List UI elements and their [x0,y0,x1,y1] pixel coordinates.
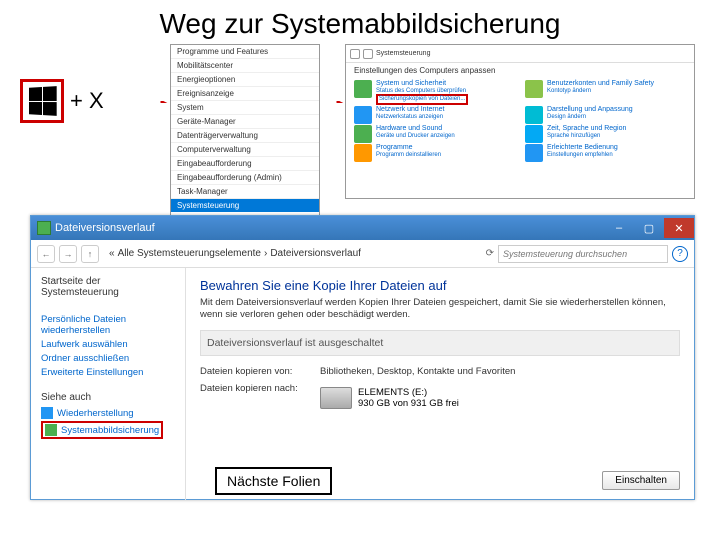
status-text: Dateiversionsverlauf ist ausgeschaltet [207,337,673,349]
plus-x-label: + X [70,88,104,114]
breadcrumb[interactable]: « Alle Systemsteuerungselemente › Dateiv… [103,248,482,259]
page-title: Weg zur Systemabbildsicherung [0,0,720,44]
search-input[interactable] [498,245,668,263]
top-row: + X Programme und Features Mobilitätscen… [0,44,720,209]
appearance-icon [525,106,543,124]
sidebar-header: Startseite der Systemsteuerung [41,276,175,298]
sidebar: Startseite der Systemsteuerung Persönlic… [31,268,186,500]
sidebar-link-restore[interactable]: Persönliche Dateien wiederherstellen [41,314,175,336]
help-icon[interactable]: ? [672,246,688,262]
accessibility-icon [525,144,543,162]
win-x-shortcut: + X [20,79,104,123]
menu-item[interactable]: Energieoptionen [171,73,319,87]
sidebar-also-header: Siehe auch [41,392,175,403]
recovery-icon [41,407,53,419]
close-button[interactable]: ✕ [664,218,694,238]
cp-item[interactable]: Benutzerkonten und Family SafetyKontotyp… [525,80,686,105]
menu-item[interactable]: Ereignisanzeige [171,87,319,101]
window-title: Dateiversionsverlauf [55,222,155,234]
cp-item[interactable]: Hardware und SoundGeräte und Drucker anz… [354,125,515,143]
windows-key [20,79,64,123]
programs-icon [354,144,372,162]
menu-item[interactable]: Eingabeaufforderung (Admin) [171,171,319,185]
drive-target: ELEMENTS (E:) 930 GB von 931 GB frei [320,387,459,410]
next-slides-label: Nächste Folien [215,467,332,495]
windows-logo-icon [29,86,57,116]
user-icon [525,80,543,98]
menu-item[interactable]: Geräte-Manager [171,115,319,129]
cp-item-system-security[interactable]: System und SicherheitStatus des Computer… [354,80,515,105]
menu-item[interactable]: Computerverwaltung [171,143,319,157]
nav-back-button[interactable]: ← [37,245,55,263]
hardware-icon [354,125,372,143]
nav-up-button[interactable]: ↑ [81,245,99,263]
breadcrumb-item[interactable]: Dateiversionsverlauf [270,248,361,259]
sidebar-link-exclude[interactable]: Ordner ausschließen [41,353,175,364]
minimize-button[interactable]: – [604,218,634,238]
enable-button[interactable]: Einschalten [602,471,680,490]
sidebar-item-system-image[interactable]: Systemabbildsicherung [41,421,163,439]
menu-item[interactable]: Task-Manager [171,185,319,199]
cp-item[interactable]: ProgrammeProgramm deinstallieren [354,144,515,162]
content-description: Mit dem Dateiversionsverlauf werden Kopi… [200,297,680,322]
cp-nav-bar: Systemsteuerung [346,45,694,63]
nav-fwd-icon[interactable] [363,49,373,59]
sidebar-item-recovery[interactable]: Wiederherstellung [41,407,175,419]
content-title: Bewahren Sie eine Kopie Ihrer Dateien au… [200,278,680,293]
cp-item[interactable]: Darstellung und AnpassungDesign ändern [525,106,686,124]
breadcrumb-sep: « [109,248,115,259]
chevron-right-icon: › [264,248,267,259]
clock-icon [525,125,543,143]
control-panel-thumb: Systemsteuerung Einstellungen des Comput… [345,44,695,199]
sidebar-link-advanced[interactable]: Erweiterte Einstellungen [41,367,175,378]
file-history-window: Dateiversionsverlauf – ▢ ✕ ← → ↑ « Alle … [30,215,695,500]
network-icon [354,106,372,124]
main-content: Bewahren Sie eine Kopie Ihrer Dateien au… [186,268,694,500]
hdd-icon [320,387,352,409]
nav-toolbar: ← → ↑ « Alle Systemsteuerungselemente › … [31,240,694,268]
menu-item[interactable]: System [171,101,319,115]
cp-item[interactable]: Zeit, Sprache und RegionSprache hinzufüg… [525,125,686,143]
copy-from-value: Bibliotheken, Desktop, Kontakte und Favo… [320,366,515,377]
nav-back-icon[interactable] [350,49,360,59]
copy-from-label: Dateien kopieren von: [200,366,320,377]
cp-backup-highlight: Sicherungskopien von Dateien... [376,94,468,105]
menu-item[interactable]: Eingabeaufforderung [171,157,319,171]
cp-item[interactable]: Netzwerk und InternetNetzwerkstatus anze… [354,106,515,124]
menu-item[interactable]: Datenträgerverwaltung [171,129,319,143]
app-icon [37,221,51,235]
drive-name: ELEMENTS (E:) [358,387,459,398]
arrow-1 [130,101,170,103]
window-titlebar: Dateiversionsverlauf – ▢ ✕ [31,216,694,240]
cp-nav-path: Systemsteuerung [376,50,430,57]
menu-item-systemsteuerung[interactable]: Systemsteuerung [171,199,319,212]
breadcrumb-item[interactable]: Alle Systemsteuerungselemente [118,248,261,259]
refresh-icon[interactable]: ⟳ [486,248,494,259]
status-box: Dateiversionsverlauf ist ausgeschaltet [200,330,680,356]
nav-forward-button[interactable]: → [59,245,77,263]
flag-icon [45,424,57,436]
cp-header: Einstellungen des Computers anpassen [346,63,694,78]
copy-to-label: Dateien kopieren nach: [200,383,320,410]
arrow-2 [322,101,346,103]
sidebar-link-drive[interactable]: Laufwerk auswählen [41,339,175,350]
menu-item[interactable]: Programme und Features [171,45,319,59]
cp-item[interactable]: Erleichterte BedienungEinstellungen empf… [525,144,686,162]
shield-icon [354,80,372,98]
maximize-button[interactable]: ▢ [634,218,664,238]
cp-grid: System und SicherheitStatus des Computer… [346,78,694,164]
menu-item[interactable]: Mobilitätscenter [171,59,319,73]
drive-free: 930 GB von 931 GB frei [358,398,459,409]
